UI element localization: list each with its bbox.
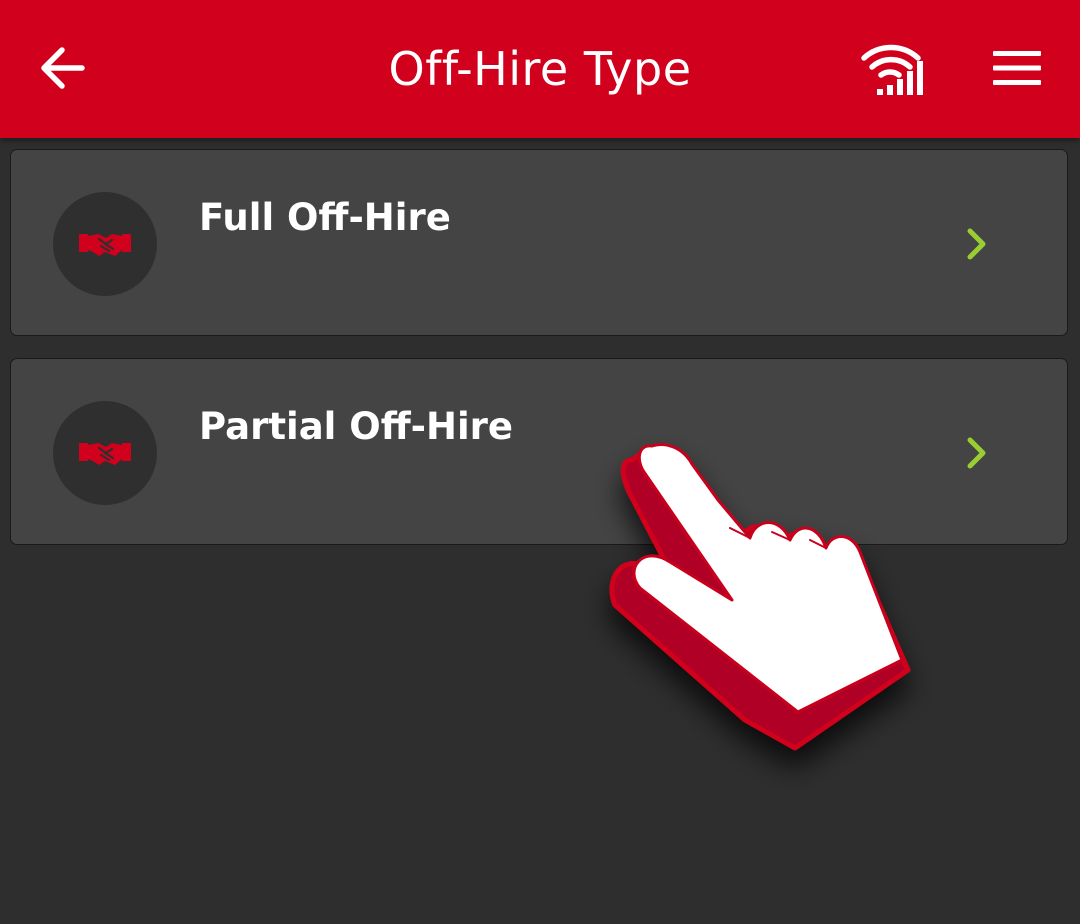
option-label: Full Off-Hire (199, 196, 451, 239)
partial-off-hire-option[interactable]: Partial Off-Hire (10, 358, 1068, 545)
app-bar: Off-Hire Type (0, 0, 1080, 138)
page-title: Off-Hire Type (388, 42, 692, 96)
chevron-right-icon (959, 224, 995, 264)
full-off-hire-option[interactable]: Full Off-Hire (10, 149, 1068, 336)
back-button[interactable] (30, 36, 94, 100)
handshake-icon (79, 443, 131, 465)
menu-button[interactable] (982, 36, 1052, 100)
arrow-left-icon (41, 47, 85, 89)
option-label: Partial Off-Hire (199, 405, 514, 448)
handshake-icon (79, 234, 131, 256)
signal-status-button[interactable] (852, 34, 932, 100)
chevron-right-icon (959, 433, 995, 473)
option-icon-badge (53, 401, 157, 505)
option-icon-badge (53, 192, 157, 296)
hamburger-menu-icon (993, 51, 1041, 85)
wifi-signal-icon (861, 44, 923, 95)
